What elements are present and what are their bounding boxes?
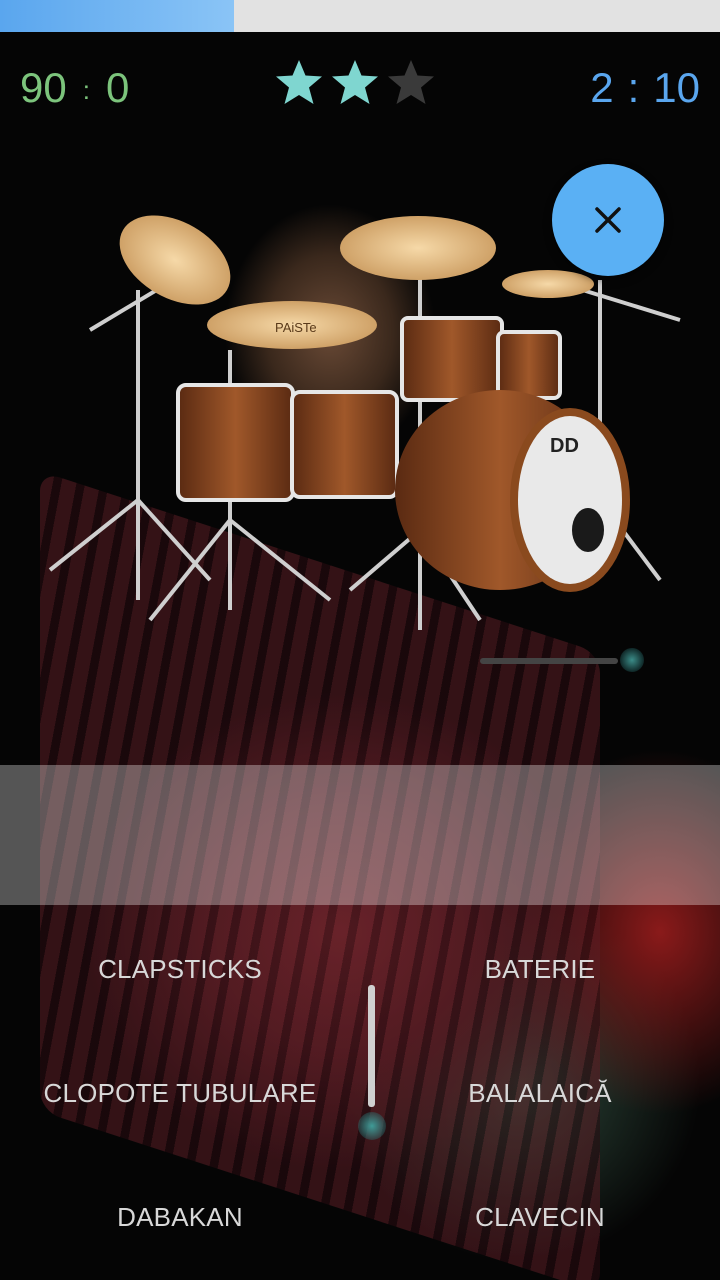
score: 90:0: [20, 64, 129, 112]
timer-separator: :: [627, 64, 640, 111]
close-button[interactable]: [552, 164, 664, 276]
score-wrong: 0: [105, 64, 130, 111]
cymbal-logo: PAiSTe: [275, 320, 317, 335]
star-rating: [274, 58, 436, 108]
star-icon: [276, 60, 322, 104]
answer-option-6[interactable]: CLAVECIN: [360, 1202, 720, 1233]
timer: 2:10: [590, 64, 700, 112]
title-band: [0, 765, 720, 905]
bass-drum-logo: DD: [550, 435, 579, 457]
score-correct: 90: [20, 64, 67, 111]
star-icon: [332, 60, 378, 104]
answer-option-4[interactable]: BALALAICĂ: [360, 1078, 720, 1109]
close-icon: [595, 207, 621, 233]
star-icon: [388, 60, 434, 104]
score-separator: :: [82, 75, 90, 106]
seek-track: [480, 658, 618, 664]
answer-option-1[interactable]: CLAPSTICKS: [0, 954, 360, 985]
timer-seconds: 10: [653, 64, 700, 111]
seek-thumb: [620, 648, 644, 672]
answer-option-2[interactable]: BATERIE: [360, 954, 720, 985]
progress-bar: [0, 0, 720, 32]
answer-option-3[interactable]: CLOPOTE TUBULARE: [0, 1078, 360, 1109]
answer-option-5[interactable]: DABAKAN: [0, 1202, 360, 1233]
scroll-thumb: [358, 1112, 386, 1140]
scroll-indicator: [368, 985, 375, 1107]
progress-fill: [0, 0, 234, 32]
timer-minutes: 2: [590, 64, 614, 111]
